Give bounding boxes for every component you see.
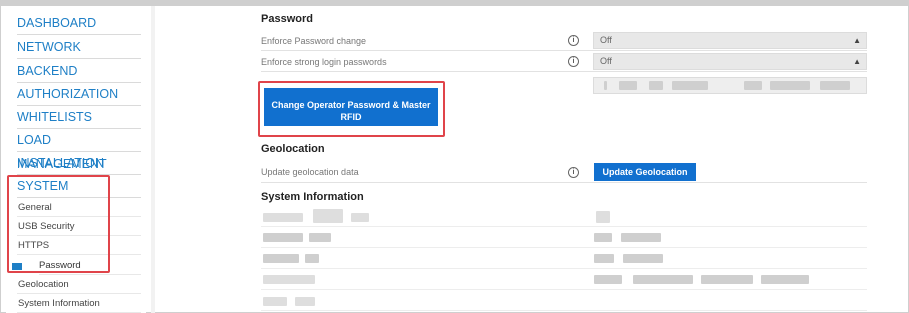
enforce-strong-passwords-select[interactable]: Off ▲︎ xyxy=(593,53,867,70)
setting-row-update-geolocation: Update geolocation data i xyxy=(261,161,867,183)
sidebar-item-whitelists[interactable]: WHITELISTS xyxy=(17,105,141,129)
password-section-title: Password xyxy=(261,13,313,25)
setting-label: Enforce Password change xyxy=(261,36,367,46)
system-info-row xyxy=(261,249,867,269)
sidebar-subitem-usb-security[interactable]: USB Security xyxy=(17,217,141,236)
setting-label: Enforce strong login passwords xyxy=(261,57,387,67)
setting-row-enforce-strong-passwords: Enforce strong login passwords i Off ▲︎ xyxy=(261,52,867,72)
info-icon[interactable]: i xyxy=(568,167,579,178)
system-info-row xyxy=(261,207,867,227)
setting-row-enforce-password-change: Enforce Password change i Off ▲︎ xyxy=(261,31,867,51)
system-info-row xyxy=(261,228,867,248)
system-information-section-title: System Information xyxy=(261,191,364,203)
geolocation-section-title: Geolocation xyxy=(261,143,325,155)
system-info-row xyxy=(261,270,867,290)
update-geolocation-button[interactable]: Update Geolocation xyxy=(594,163,696,181)
setting-label: Update geolocation data xyxy=(261,167,359,177)
system-info-row xyxy=(261,291,867,311)
sidebar: DASHBOARD NETWORK BACKEND AUTHORIZATION … xyxy=(6,6,146,313)
redacted-field xyxy=(593,77,867,94)
sidebar-divider xyxy=(151,6,155,313)
select-value: Off xyxy=(600,35,612,45)
change-operator-password-button[interactable]: Change Operator Password & Master RFID xyxy=(264,88,438,126)
sidebar-subitem-password[interactable]: Password xyxy=(39,256,141,275)
updown-arrow-icon: ▲︎ xyxy=(853,57,861,66)
enforce-password-change-select[interactable]: Off ▲︎ xyxy=(593,32,867,49)
sidebar-item-backend[interactable]: BACKEND xyxy=(17,59,141,83)
sidebar-item-system[interactable]: SYSTEM xyxy=(17,174,141,198)
sidebar-subitem-system-information[interactable]: System Information xyxy=(17,294,141,313)
sidebar-subitem-general[interactable]: General xyxy=(17,198,141,217)
updown-arrow-icon: ▲︎ xyxy=(853,36,861,45)
sidebar-item-load-management[interactable]: LOAD MANAGEMENT xyxy=(17,128,141,171)
info-icon[interactable]: i xyxy=(568,56,579,67)
select-value: Off xyxy=(600,56,612,66)
main-content: Password Enforce Password change i Off ▲… xyxy=(156,6,906,313)
sidebar-subitem-https[interactable]: HTTPS xyxy=(17,236,141,255)
sidebar-item-network[interactable]: NETWORK xyxy=(17,35,141,59)
sidebar-item-installation[interactable]: INSTALLATION xyxy=(17,151,141,175)
sidebar-item-dashboard[interactable]: DASHBOARD xyxy=(17,11,141,35)
sidebar-item-authorization[interactable]: AUTHORIZATION xyxy=(17,82,141,106)
active-item-marker xyxy=(12,263,22,270)
sidebar-subitem-geolocation[interactable]: Geolocation xyxy=(17,275,141,294)
info-icon[interactable]: i xyxy=(568,35,579,46)
